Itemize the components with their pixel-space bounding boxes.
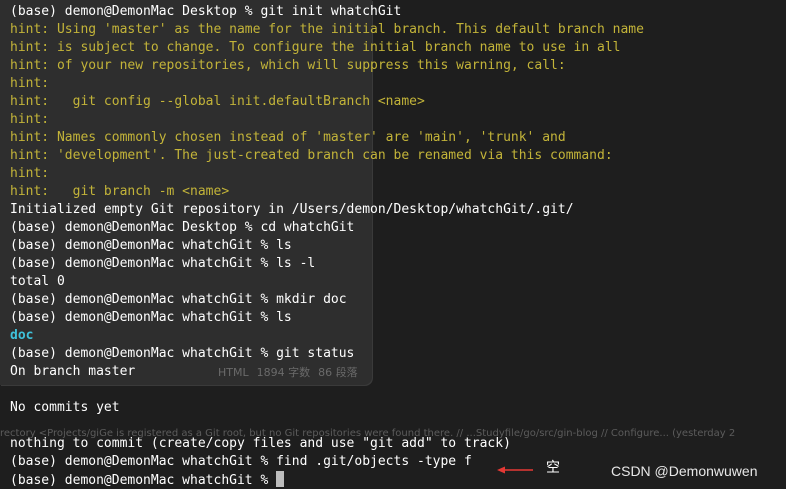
watermark: CSDN @Demonwuwen	[611, 463, 758, 479]
prompt-line: (base) demon@DemonMac Desktop % cd whatc…	[10, 220, 355, 235]
prompt-line: (base) demon@DemonMac whatchGit % ls	[10, 310, 292, 325]
hint-line: hint: of your new repositories, which wi…	[10, 58, 566, 73]
directory-entry: doc	[10, 328, 34, 343]
prompt-line: (base) demon@DemonMac whatchGit % git st…	[10, 346, 355, 361]
hint-line: hint: git branch -m <name>	[10, 184, 230, 199]
prompt-line: (base) demon@DemonMac Desktop % git init…	[10, 4, 402, 19]
hint-line: hint: Names commonly chosen instead of '…	[10, 130, 566, 145]
hint-line: hint:	[10, 112, 50, 127]
prompt-line: (base) demon@DemonMac whatchGit % mkdir …	[10, 292, 347, 307]
hint-line: hint: 'development'. The just-created br…	[10, 148, 613, 163]
output-line: total 0	[10, 274, 65, 289]
screenshot: HTML 1894 字数 86 段落 rectory <Projects/giGe …	[0, 0, 786, 489]
terminal-cursor	[276, 471, 285, 487]
hint-line: hint:	[10, 166, 50, 181]
hint-line: hint: is subject to change. To configure…	[10, 40, 621, 55]
prompt-line: (base) demon@DemonMac whatchGit % ls	[10, 238, 292, 253]
output-line: nothing to commit (create/copy files and…	[10, 436, 511, 451]
hint-line: hint:	[10, 76, 50, 91]
output-line: No commits yet	[10, 400, 120, 415]
hint-line: hint: Using 'master' as the name for the…	[10, 22, 644, 37]
left-arrow-icon	[497, 466, 533, 474]
output-line: On branch master	[10, 364, 136, 379]
output-line: Initialized empty Git repository in /Use…	[10, 202, 574, 217]
hint-line: hint: git config --global init.defaultBr…	[10, 94, 425, 109]
terminal-output[interactable]: (base) demon@DemonMac Desktop % git init…	[10, 3, 644, 489]
annotation-note: 空	[546, 460, 560, 476]
prompt-line: (base) demon@DemonMac whatchGit % ls -l	[10, 256, 316, 271]
